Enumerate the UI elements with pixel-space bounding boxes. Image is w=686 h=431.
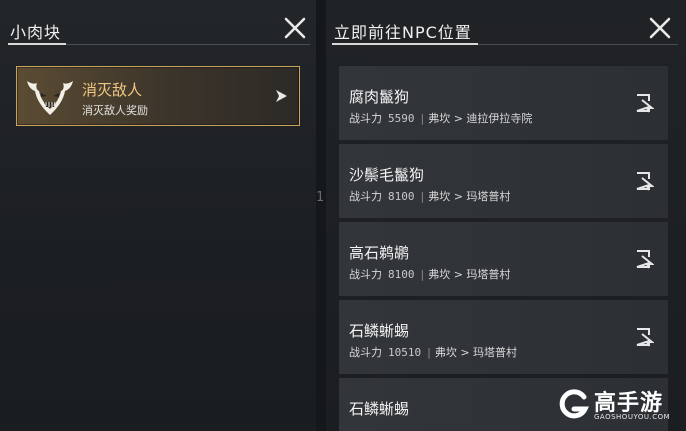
npc-info: 战斗力 8100 | 弗坎 > 玛塔普村: [349, 188, 510, 204]
npc-location: 弗坎 > 迪拉伊拉寺院: [428, 112, 533, 125]
navigate-button[interactable]: [634, 249, 654, 269]
left-panel: 小肉块 消灭敌人 消灭敌人奖励: [0, 0, 316, 431]
info-separator: |: [420, 112, 425, 125]
npc-power: 8100: [388, 268, 415, 281]
power-label: 战斗力: [349, 112, 382, 125]
info-separator: |: [420, 190, 425, 203]
power-label: 战斗力: [349, 268, 382, 281]
close-icon: [649, 17, 671, 39]
npc-info: 战斗力 5590 | 弗坎 > 迪拉伊拉寺院: [349, 110, 532, 126]
demon-mask-icon: [27, 81, 73, 115]
npc-location: 弗坎 > 玛塔普村: [434, 346, 518, 359]
close-icon: [284, 17, 306, 39]
navigate-button[interactable]: [634, 327, 654, 347]
right-title-underline: [332, 43, 478, 45]
npc-power: 8100: [388, 190, 415, 203]
npc-row[interactable]: 高石鹈鹕 战斗力 8100 | 弗坎 > 玛塔普村: [339, 222, 668, 296]
left-title-underline: [8, 43, 66, 45]
info-separator: |: [420, 268, 425, 281]
watermark: 高手游 GAOSHOUYOU.COM: [556, 385, 680, 425]
npc-row[interactable]: 沙鬃毛鬣狗 战斗力 8100 | 弗坎 > 玛塔普村: [339, 144, 668, 218]
npc-name: 高石鹈鹕: [349, 244, 410, 262]
navigate-icon: [636, 328, 654, 347]
task-card[interactable]: 消灭敌人 消灭敌人奖励: [16, 66, 300, 126]
npc-location: 弗坎 > 玛塔普村: [428, 190, 511, 203]
watermark-logo-icon: [559, 389, 589, 419]
navigate-icon: [636, 172, 654, 191]
close-button-right[interactable]: [648, 16, 672, 40]
npc-row[interactable]: 腐肉鬣狗 战斗力 5590 | 弗坎 > 迪拉伊拉寺院: [339, 66, 668, 140]
power-label: 战斗力: [349, 190, 382, 203]
navigate-icon: [636, 94, 654, 113]
task-subtitle: 消灭敌人奖励: [82, 104, 148, 117]
npc-name: 沙鬃毛鬣狗: [349, 166, 425, 184]
task-title: 消灭敌人: [82, 81, 143, 99]
npc-name: 石鳞蜥蜴: [349, 322, 410, 340]
npc-row[interactable]: 石鳞蜥蜴 战斗力 10510 | 弗坎 > 玛塔普村: [339, 300, 668, 374]
right-title-rule: [478, 44, 678, 45]
left-panel-title: 小肉块: [10, 23, 62, 42]
power-label: 战斗力: [349, 346, 382, 359]
navigate-button[interactable]: [634, 93, 654, 113]
npc-name: 石鳞蜥蜴: [349, 400, 410, 418]
chevron-right-icon: [276, 90, 287, 102]
npc-info: 战斗力 10510 | 弗坎 > 玛塔普村: [349, 344, 517, 360]
watermark-url: GAOSHOUYOU.COM: [594, 413, 671, 421]
right-panel-title: 立即前往NPC位置: [334, 23, 472, 42]
info-separator: |: [427, 346, 431, 359]
left-title-rule: [66, 44, 310, 45]
npc-name: 腐肉鬣狗: [349, 88, 410, 106]
npc-location: 弗坎 > 玛塔普村: [428, 268, 511, 281]
panel-divider-glyph: 1: [316, 190, 325, 205]
npc-info: 战斗力 8100 | 弗坎 > 玛塔普村: [349, 266, 510, 282]
npc-power: 5590: [388, 112, 415, 125]
navigate-button[interactable]: [634, 171, 654, 191]
navigate-icon: [636, 250, 654, 269]
close-button-left[interactable]: [283, 16, 307, 40]
npc-power: 10510: [388, 346, 422, 359]
